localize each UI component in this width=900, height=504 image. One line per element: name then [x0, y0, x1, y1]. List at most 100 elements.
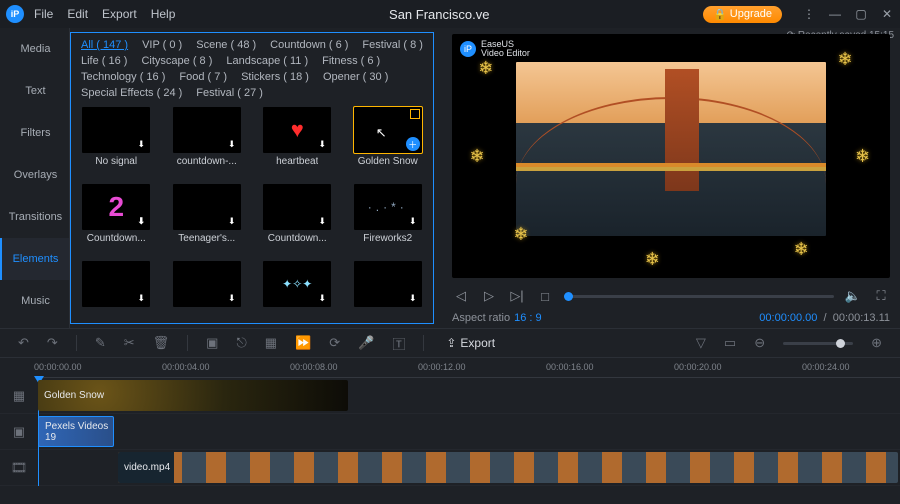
element-thumb[interactable]: ⬇	[172, 261, 243, 317]
filter-scene[interactable]: Scene ( 48 )	[196, 39, 256, 51]
download-icon[interactable]: ⬇	[134, 291, 148, 305]
download-icon[interactable]: ⬇	[406, 291, 420, 305]
ruler-tick: 00:00:24.00	[802, 362, 850, 372]
export-button[interactable]: ⇪ Export	[446, 336, 495, 350]
filter-stickers[interactable]: Stickers ( 18 )	[241, 71, 309, 83]
thumb-label: No signal	[95, 156, 137, 167]
filter-festival[interactable]: Festival ( 27 )	[196, 87, 263, 99]
clip-pexels[interactable]: Pexels Videos 19	[38, 416, 114, 447]
caption-icon[interactable]: 🅃	[392, 334, 405, 353]
sidebar-tab-elements[interactable]: Elements	[0, 238, 69, 280]
filter-landscape[interactable]: Landscape ( 11 )	[226, 55, 308, 67]
element-thumb[interactable]: ⬇ Countdown...	[262, 184, 333, 251]
clip-video[interactable]: video.mp4	[118, 452, 898, 483]
download-icon[interactable]: ⬇	[225, 137, 239, 151]
menu-export[interactable]: Export	[102, 7, 137, 21]
element-thumb[interactable]: ⬇	[81, 261, 152, 317]
crop-icon[interactable]: ▣	[206, 335, 218, 351]
element-thumb[interactable]: ⬇	[262, 261, 333, 317]
sidebar-tab-media[interactable]: Media	[0, 28, 69, 70]
element-thumb[interactable]: ＋↖Golden Snow	[353, 107, 424, 174]
edit-icon[interactable]: ✎	[95, 335, 106, 351]
element-thumb[interactable]: ⬇	[353, 261, 424, 317]
maximize-icon[interactable]: ▢	[854, 7, 868, 21]
element-thumb[interactable]: ⬇Fireworks2	[353, 184, 424, 251]
filter-all[interactable]: All ( 147 )	[81, 39, 128, 51]
filter-life[interactable]: Life ( 16 )	[81, 55, 127, 67]
speed-icon[interactable]: ⏩	[295, 335, 311, 351]
download-icon[interactable]: ⬇	[315, 214, 329, 228]
voice-icon[interactable]: 🎤	[358, 335, 374, 351]
play-icon[interactable]: ▷	[480, 288, 498, 304]
cut-icon[interactable]: ✂	[124, 335, 135, 351]
filter-festival[interactable]: Festival ( 8 )	[362, 39, 423, 51]
sidebar-tab-filters[interactable]: Filters	[0, 112, 69, 154]
element-thumb[interactable]: ⬇countdown-...	[172, 107, 243, 174]
overlay-track-icon[interactable]: ▣	[0, 424, 38, 440]
ruler-tick: 00:00:12.00	[418, 362, 466, 372]
prev-frame-icon[interactable]: ◁	[452, 288, 470, 304]
menu-edit[interactable]: Edit	[67, 7, 88, 21]
undo-icon[interactable]: ↶	[18, 335, 29, 351]
delete-icon[interactable]: 🗑	[153, 335, 170, 351]
sidebar-tab-text[interactable]: Text	[0, 70, 69, 112]
clip-golden-snow[interactable]: Golden Snow	[38, 380, 348, 411]
volume-icon[interactable]: 🔈	[844, 288, 862, 304]
thumb-label: heartbeat	[276, 156, 318, 167]
element-thumb[interactable]: ⬇ No signal	[81, 107, 152, 174]
thumb-label: Countdown...	[268, 233, 327, 244]
lock-icon: 🔒	[713, 8, 727, 21]
mosaic-icon[interactable]: ▦	[265, 335, 277, 351]
download-icon[interactable]: ⬇	[406, 214, 420, 228]
sidebar-tab-music[interactable]: Music	[0, 280, 69, 322]
zoom-in-icon[interactable]: ⊕	[871, 335, 882, 351]
filter-opener[interactable]: Opener ( 30 )	[323, 71, 388, 83]
stop-icon[interactable]: □	[536, 289, 554, 304]
preview-scrubber[interactable]	[564, 295, 834, 298]
brand-icon: iP	[460, 41, 476, 57]
menu-help[interactable]: Help	[151, 7, 176, 21]
fullscreen-icon[interactable]: ⛶	[872, 288, 890, 304]
close-icon[interactable]: ✕	[880, 7, 894, 21]
download-icon[interactable]: ⬇	[225, 291, 239, 305]
zoom-out-icon[interactable]: ⊖	[754, 335, 765, 351]
sidebar-tab-transitions[interactable]: Transitions	[0, 196, 69, 238]
filter-technology[interactable]: Technology ( 16 )	[81, 71, 165, 83]
marker-icon[interactable]: ▽	[696, 335, 706, 351]
fx-track-icon[interactable]: ▦	[0, 388, 38, 404]
element-thumb[interactable]: ⬇ heartbeat	[262, 107, 333, 174]
next-frame-icon[interactable]: ▷|	[508, 288, 526, 304]
download-icon[interactable]: ⬇	[315, 137, 329, 151]
download-icon[interactable]: ⬇	[315, 291, 329, 305]
minimize-icon[interactable]: —	[828, 7, 842, 21]
rotate-icon[interactable]: ⟳	[329, 335, 340, 351]
menu-file[interactable]: File	[34, 7, 53, 21]
upgrade-button[interactable]: 🔒 Upgrade	[703, 6, 782, 23]
aspect-ratio-label[interactable]: Aspect ratio16 : 9	[452, 312, 542, 324]
filter-special-effects[interactable]: Special Effects ( 24 )	[81, 87, 182, 99]
redo-icon[interactable]: ↷	[47, 335, 58, 351]
zoom-slider[interactable]	[783, 342, 853, 345]
download-icon[interactable]: ⬇	[225, 214, 239, 228]
element-thumb[interactable]: ⬇Teenager's...	[172, 184, 243, 251]
download-icon[interactable]: ⬇	[134, 137, 148, 151]
sidebar-tab-overlays[interactable]: Overlays	[0, 154, 69, 196]
filter-fitness[interactable]: Fitness ( 6 )	[322, 55, 380, 67]
preview-viewport[interactable]: iP EaseUS Video Editor ❄ ❄ ❄ ❄ ❄ ❄ ❄	[452, 34, 890, 278]
add-icon[interactable]: ＋	[406, 137, 420, 151]
preview-frame	[516, 62, 826, 236]
thumb-label: Golden Snow	[358, 156, 418, 167]
snap-icon[interactable]: ▭	[724, 335, 736, 351]
ruler-tick: 00:00:20.00	[674, 362, 722, 372]
filter-cityscape[interactable]: Cityscape ( 8 )	[141, 55, 212, 67]
filter-food[interactable]: Food ( 7 )	[179, 71, 227, 83]
settings-icon[interactable]: ⋮	[802, 7, 816, 21]
download-icon[interactable]: ⬇	[134, 214, 148, 228]
filter-vip[interactable]: VIP ( 0 )	[142, 39, 182, 51]
split-icon[interactable]: ⎋	[236, 335, 246, 351]
element-thumb[interactable]: 2⬇Countdown...	[81, 184, 152, 251]
timeline-tracks[interactable]: ▦ Golden Snow ▣ Pexels Videos 19 🎞 video…	[0, 378, 900, 486]
filter-countdown[interactable]: Countdown ( 6 )	[270, 39, 348, 51]
video-track-icon[interactable]: 🎞	[0, 460, 38, 476]
elements-library: All ( 147 ) VIP ( 0 ) Scene ( 48 ) Countdow…	[70, 32, 434, 324]
